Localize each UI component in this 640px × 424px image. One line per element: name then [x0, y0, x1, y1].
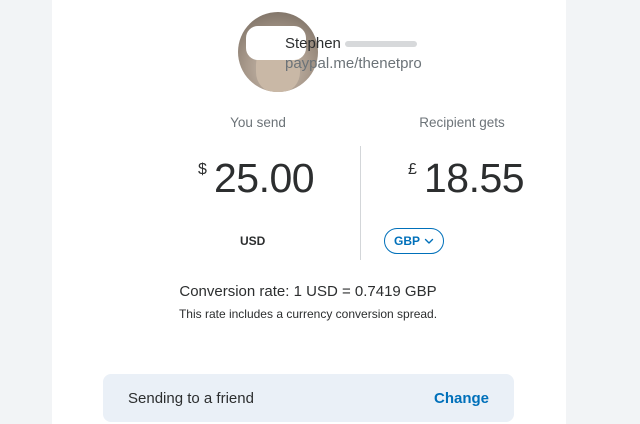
- change-payment-type-link[interactable]: Change: [434, 390, 489, 407]
- receive-currency-symbol: £: [408, 161, 417, 178]
- send-currency-symbol: $: [198, 161, 207, 178]
- receive-currency-code: GBP: [393, 234, 420, 248]
- recipient-gets-label: Recipient gets: [419, 115, 505, 130]
- chevron-down-icon: [424, 238, 434, 244]
- name-redaction: [344, 41, 417, 48]
- recipient-first-name: Stephen: [285, 35, 341, 52]
- receive-amount-value: 18.55: [424, 155, 525, 201]
- conversion-note: This rate includes a currency conversion…: [178, 307, 438, 321]
- conversion-rate: Conversion rate: 1 USD = 0.7419 GBP: [179, 283, 437, 300]
- send-amount-value: 25.00: [214, 155, 315, 201]
- payment-type-label: Sending to a friend: [128, 390, 254, 407]
- send-amount-field[interactable]: $ 25.00: [198, 155, 315, 202]
- payment-type-bar: Sending to a friend Change: [103, 374, 514, 422]
- recipient-name: Stephen: [285, 35, 417, 52]
- send-currency-code: USD: [240, 234, 266, 248]
- receive-amount-field[interactable]: £ 18.55: [408, 155, 525, 202]
- you-send-label: You send: [230, 115, 286, 130]
- receive-currency-dropdown[interactable]: GBP: [384, 228, 444, 254]
- column-divider: [360, 146, 361, 260]
- recipient-handle: paypal.me/thenetpro: [285, 55, 422, 72]
- recipient-avatar: [238, 12, 318, 92]
